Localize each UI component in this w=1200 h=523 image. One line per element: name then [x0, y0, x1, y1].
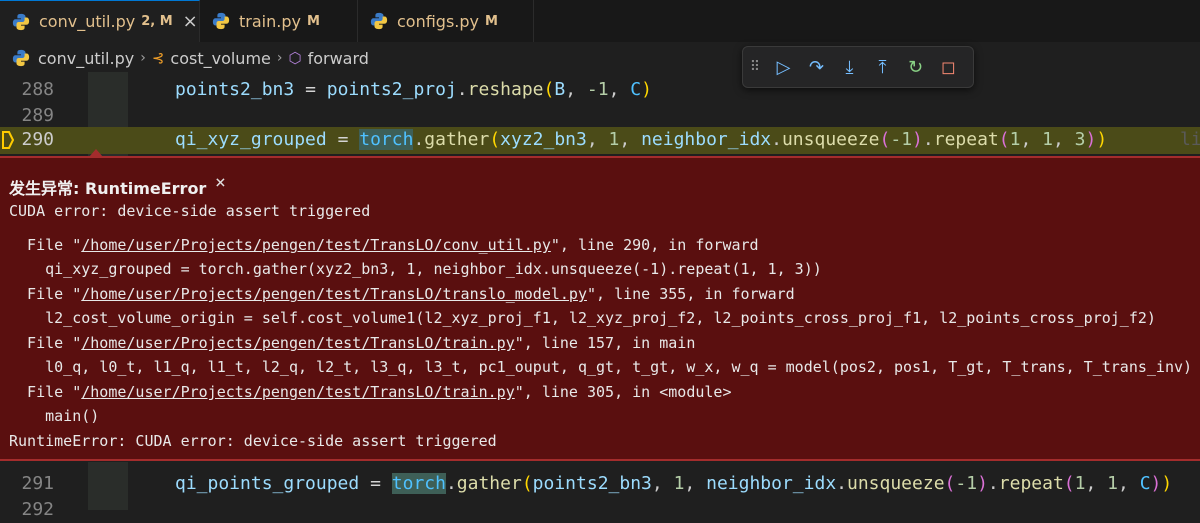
step-out-icon[interactable]: ⤒	[866, 57, 899, 78]
tab-badge: 2, M	[141, 14, 173, 29]
exception-title: 发生异常: RuntimeError	[9, 179, 207, 198]
close-icon[interactable]: ×	[215, 172, 226, 193]
trace-path-link[interactable]: /home/user/Projects/pengen/test/TransLO/…	[81, 285, 587, 303]
tab-label: configs.py	[397, 11, 480, 31]
code-text: points2_bn3 = points2_proj.reshape(B, -1…	[175, 79, 652, 100]
code-line: 291 qi_points_grouped = torch.gather(poi…	[0, 471, 1200, 497]
continue-icon[interactable]: ▷	[767, 57, 800, 78]
tab-label: conv_util.py	[39, 12, 136, 31]
tab-configs[interactable]: configs.py M	[358, 0, 534, 42]
trace-code-line: l2_cost_volume_origin = self.cost_volume…	[9, 309, 1156, 327]
editor-tab-bar: conv_util.py 2, M × train.py M configs.p…	[0, 0, 1200, 42]
exception-final: RuntimeError: CUDA error: device-side as…	[9, 432, 497, 450]
chevron-right-icon: ›	[276, 50, 283, 66]
current-line: 290 qi_xyz_grouped = torch.gather(xyz2_b…	[0, 127, 1200, 154]
line-number: 289	[21, 105, 54, 126]
inline-hint: li	[1180, 129, 1200, 150]
code-text: qi_xyz_grouped = torch.gather(xyz2_bn3, …	[175, 129, 1108, 150]
drag-handle-icon[interactable]: ⠿	[743, 59, 767, 75]
tab-badge: M	[485, 13, 498, 29]
trace-path-link[interactable]: /home/user/Projects/pengen/test/TransLO/…	[81, 236, 551, 254]
exception-message: CUDA error: device-side assert triggered	[9, 202, 371, 220]
breadcrumb-method[interactable]: forward	[308, 49, 369, 68]
line-number: 288	[21, 79, 54, 100]
code-line: 292	[0, 497, 1200, 523]
stop-icon[interactable]: ◻	[932, 57, 965, 78]
trace-file-line: File "/home/user/Projects/pengen/test/Tr…	[9, 383, 732, 401]
tab-label: train.py	[239, 11, 301, 31]
python-file-icon	[212, 12, 230, 30]
class-icon: ⊰	[151, 49, 165, 67]
step-over-icon[interactable]: ↷	[800, 57, 833, 78]
trace-file-line: File "/home/user/Projects/pengen/test/Tr…	[9, 236, 759, 254]
python-file-icon	[12, 13, 30, 30]
breadcrumb-class[interactable]: cost_volume	[170, 49, 270, 68]
trace-file-line: File "/home/user/Projects/pengen/test/Tr…	[9, 285, 795, 303]
restart-icon[interactable]: ↻	[899, 57, 932, 78]
python-file-icon	[12, 49, 30, 67]
trace-path-link[interactable]: /home/user/Projects/pengen/test/TransLO/…	[81, 334, 514, 352]
close-icon[interactable]: ×	[183, 11, 198, 32]
code-text: qi_points_grouped = torch.gather(points2…	[175, 473, 1173, 494]
python-file-icon	[370, 12, 388, 30]
tab-conv-util[interactable]: conv_util.py 2, M ×	[0, 0, 200, 42]
line-number: 291	[21, 473, 54, 494]
tab-train[interactable]: train.py M	[200, 0, 358, 42]
breadcrumb-file[interactable]: conv_util.py	[38, 49, 134, 68]
code-line: 289	[0, 103, 1200, 129]
trace-code-line: qi_xyz_grouped = torch.gather(xyz2_bn3, …	[9, 260, 822, 278]
code-line: 288 points2_bn3 = points2_proj.reshape(B…	[0, 77, 1200, 103]
line-number: 292	[21, 499, 54, 520]
breadcrumb: conv_util.py › ⊰ cost_volume › ⬡ forward	[0, 44, 1200, 72]
line-number: 290	[21, 129, 54, 150]
tab-badge: M	[306, 13, 320, 29]
step-into-icon[interactable]: ⤓	[833, 57, 866, 78]
chevron-right-icon: ›	[140, 50, 146, 66]
method-icon: ⬡	[288, 49, 302, 67]
trace-code-line: main()	[9, 407, 100, 425]
trace-path-link[interactable]: /home/user/Projects/pengen/test/TransLO/…	[81, 383, 514, 401]
exception-widget: 发生异常: RuntimeError × CUDA error: device-…	[0, 156, 1200, 461]
trace-code-line: l0_q, l0_t, l1_q, l1_t, l2_q, l2_t, l3_q…	[9, 358, 1193, 376]
trace-file-line: File "/home/user/Projects/pengen/test/Tr…	[9, 334, 696, 352]
